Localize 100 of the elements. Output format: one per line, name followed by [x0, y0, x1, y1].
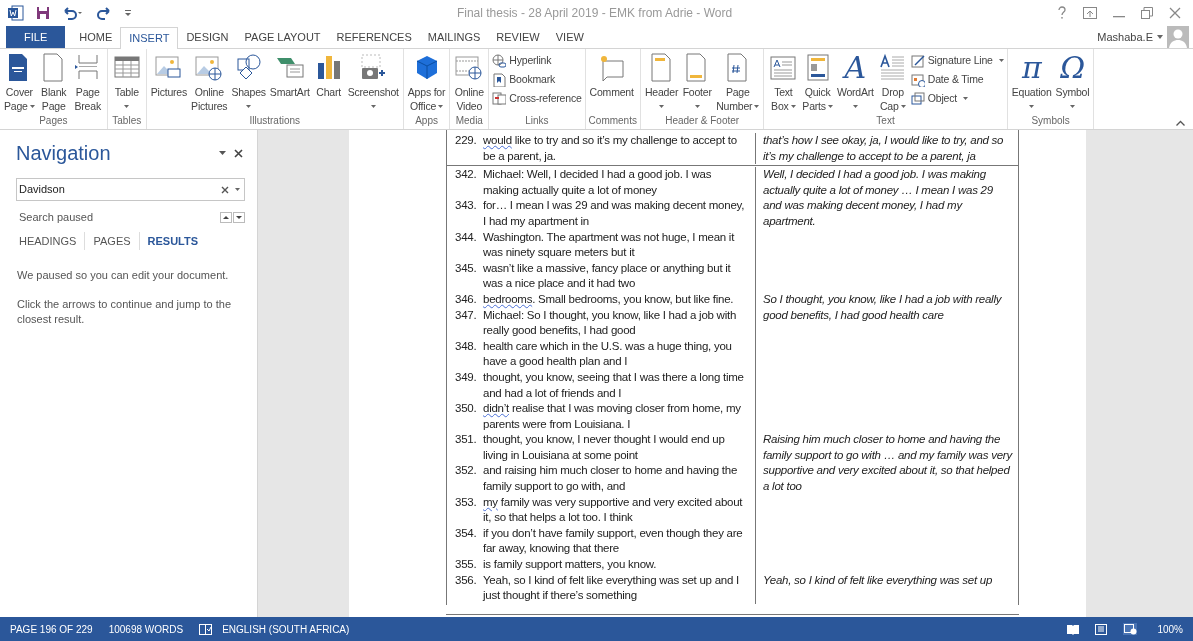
summary-note: Well, I decided I had a good job. I was making actually quite a lot of money … I mean I was 29 and was making decent money, I had my apartment. — [763, 167, 994, 229]
search-box[interactable]: Davidson — [16, 178, 245, 201]
transcript-line: for… I mean I was 29 and was making decent money, I had my apartment in — [483, 198, 746, 229]
bookmark-icon — [492, 72, 507, 87]
ribbon-button[interactable]: Table — [110, 51, 143, 113]
ribbon-button[interactable]: Online Video — [453, 51, 486, 113]
cross-reference-icon — [492, 91, 507, 106]
language-indicator[interactable]: ENGLISH (SOUTH AFRICA) — [222, 621, 350, 637]
search-status: Search paused — [19, 210, 93, 225]
redo-icon[interactable] — [96, 6, 112, 20]
ribbon-button[interactable]: Chart — [312, 51, 345, 99]
line-number: 352. — [454, 463, 478, 479]
ribbon-tab[interactable]: DESIGN — [178, 26, 237, 48]
ribbon-button[interactable]: A WordArt — [835, 51, 875, 113]
summary-note: Yeah, so I kind of felt like everything was set up — [763, 572, 994, 588]
group-label: Symbols — [1030, 114, 1071, 128]
close-icon[interactable] — [234, 148, 243, 158]
ribbon-button[interactable]: Screenshot — [346, 51, 400, 113]
ribbon-button[interactable]: Cover Page — [3, 51, 36, 113]
group-label: Media — [454, 114, 484, 128]
ribbon-button[interactable]: Header — [643, 51, 680, 113]
proofing-icon[interactable] — [199, 623, 213, 635]
group-label: Tables — [111, 114, 143, 128]
next-result-icon[interactable] — [233, 211, 245, 223]
group-label: Pages — [38, 114, 69, 128]
text-box-icon — [768, 53, 799, 83]
line-number: 347. — [454, 307, 478, 323]
read-mode-icon[interactable] — [1067, 623, 1080, 635]
restore-icon[interactable] — [1141, 7, 1153, 19]
print-layout-icon[interactable] — [1095, 623, 1108, 635]
ribbon-button[interactable]: Bookmark — [492, 71, 582, 88]
ribbon-button[interactable]: Blank Page — [37, 51, 70, 113]
search-field[interactable]: Davidson — [19, 181, 215, 198]
group-label: Header & Footer — [664, 114, 741, 128]
page-count[interactable]: PAGE 196 OF 229 — [10, 621, 93, 637]
line-number: 348. — [454, 338, 478, 354]
ribbon-tab[interactable]: PAGE LAYOUT — [236, 26, 329, 48]
ribbon-tab[interactable]: REVIEW — [488, 26, 548, 48]
group-label: Text — [875, 114, 896, 128]
ribbon-display-icon[interactable] — [1083, 7, 1097, 19]
ribbon-tab[interactable]: VIEW — [547, 26, 592, 48]
ribbon-button[interactable]: Pictures — [149, 51, 189, 99]
ribbon-button[interactable]: Hyperlink — [492, 53, 582, 69]
zoom-level[interactable]: 100% — [1157, 621, 1183, 637]
clear-icon[interactable] — [221, 185, 229, 194]
help-icon[interactable] — [1057, 6, 1067, 20]
ribbon-button[interactable]: Drop Cap — [876, 51, 909, 113]
ribbon-button[interactable]: Quick Parts — [801, 51, 834, 113]
ribbon-tab[interactable]: MAILINGS — [419, 26, 489, 48]
ribbon-button[interactable]: Footer — [681, 51, 714, 113]
web-layout-icon[interactable] — [1123, 623, 1138, 635]
ribbon-button[interactable]: Signature Line — [910, 53, 1004, 69]
ribbon-button[interactable]: Apps for Office — [406, 51, 447, 113]
calendar-clock-icon — [910, 72, 925, 87]
ribbon-button[interactable]: Online Pictures — [190, 51, 229, 113]
object-icon — [910, 91, 925, 106]
group-label: Links — [524, 114, 550, 128]
transcript-line: is family support matters, you know. — [483, 557, 658, 573]
previous-result-icon[interactable] — [220, 211, 232, 223]
undo-icon[interactable] — [62, 6, 84, 20]
ribbon-button[interactable]: Date & Time — [910, 71, 1004, 88]
collapse-ribbon-icon[interactable] — [1176, 120, 1185, 126]
line-number: 345. — [454, 260, 478, 276]
user-name[interactable]: Mashaba.E — [1097, 28, 1153, 46]
line-number: 353. — [454, 494, 478, 510]
word-count[interactable]: 100698 WORDS — [108, 621, 184, 637]
group-label: Illustrations — [248, 114, 302, 128]
ribbon-tab[interactable]: INSERT — [120, 27, 179, 49]
customize-caret-icon[interactable] — [124, 9, 132, 17]
summary-note: Raising him much closer to home and having the family support to go with … and my family was very supportive and very excited about it, so that helped a lot too — [763, 432, 1013, 495]
ribbon-button[interactable]: Comment — [588, 51, 635, 99]
pane-tab[interactable]: HEADINGS — [19, 231, 85, 250]
ribbon-button[interactable]: Shapes — [230, 51, 267, 113]
transcript-line: bedrooms. Small bedrooms, you know, but like fine. — [483, 291, 735, 307]
caret-icon[interactable] — [219, 151, 226, 155]
window-title: Final thesis - 28 April 2019 - EMK from Adrie - Word — [456, 5, 733, 22]
ribbon-button[interactable]: Object — [910, 90, 1004, 107]
ribbon-tab[interactable]: REFERENCES — [328, 26, 420, 48]
ribbon-button[interactable]: Text Box — [767, 51, 800, 113]
ribbon-button[interactable]: Ω Symbol — [1054, 51, 1091, 113]
pane-message: Click the arrows to continue and jump to the closest result. — [17, 296, 232, 327]
caret-icon[interactable] — [235, 188, 240, 191]
file-tab[interactable]: FILE — [6, 26, 66, 48]
ribbon-button[interactable]: SmartArt — [268, 51, 311, 99]
glyph-icon: π — [1021, 53, 1042, 83]
pane-tab[interactable]: PAGES — [84, 231, 139, 250]
transcript-line: Yeah, so I kind of felt like everything was set up and I just thought if there’s something — [483, 572, 740, 604]
pane-tab[interactable]: RESULTS — [138, 231, 207, 250]
signature-icon — [910, 53, 925, 68]
line-number: 349. — [454, 369, 478, 385]
ribbon-button[interactable]: Page Break — [71, 51, 104, 113]
line-number: 342. — [454, 167, 478, 183]
pane-title: Navigation — [16, 141, 111, 166]
line-number: 356. — [454, 572, 478, 588]
ribbon-button[interactable]: Cross-reference — [492, 90, 582, 107]
ribbon-button[interactable]: Page Number — [715, 51, 761, 113]
pane-message: We paused so you can edit your document. — [17, 267, 230, 283]
caret-icon[interactable] — [1157, 35, 1163, 39]
ribbon-tab[interactable]: HOME — [71, 26, 121, 48]
ribbon-button[interactable]: π Equation — [1010, 51, 1053, 113]
